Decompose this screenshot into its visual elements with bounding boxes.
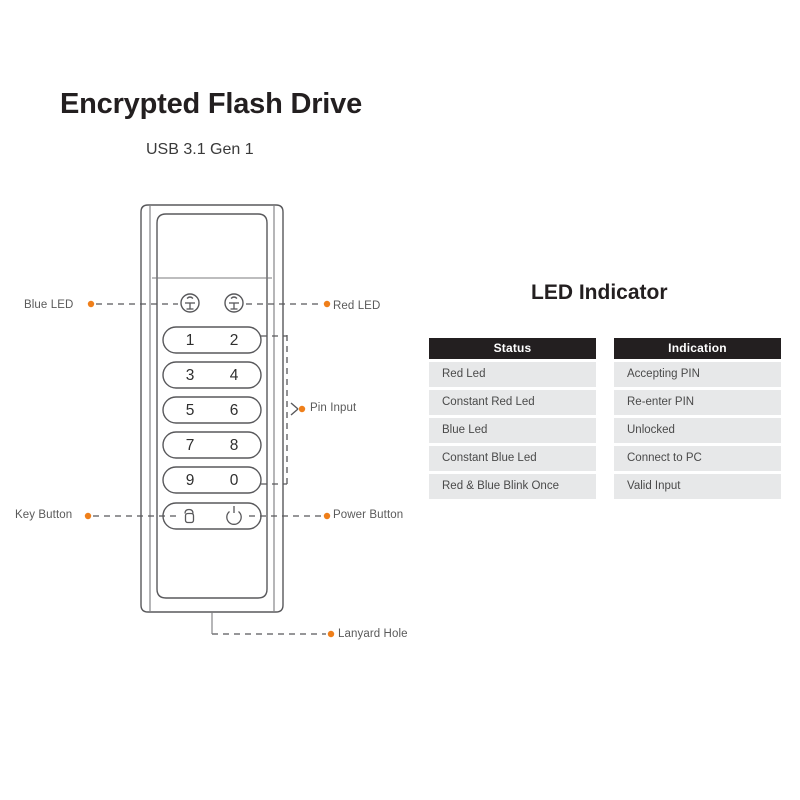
key-5: 5	[186, 402, 195, 419]
key-7: 7	[186, 437, 195, 454]
table-row: Connect to PC	[614, 446, 781, 471]
key-1: 1	[186, 332, 195, 349]
table-row: Valid Input	[614, 474, 781, 499]
red-led-icon	[224, 293, 244, 313]
led-table-header-indication: Indication	[614, 338, 781, 359]
key-2: 2	[230, 332, 239, 349]
key-3: 3	[186, 367, 195, 384]
key-9: 9	[186, 472, 195, 489]
led-table-column-status: Status Red Led Constant Red Led Blue Led…	[429, 338, 596, 499]
annotation-pin-input: Pin Input	[310, 402, 357, 414]
table-row: Red Led	[429, 362, 596, 387]
table-row: Re-enter PIN	[614, 390, 781, 415]
table-row: Constant Red Led	[429, 390, 596, 415]
blue-led-icon	[180, 293, 200, 313]
table-row: Accepting PIN	[614, 362, 781, 387]
leader-key-button	[84, 512, 176, 520]
leader-lanyard-hole	[211, 612, 335, 638]
keypad[interactable]: 1 2 3 4 5 6 7 8 9 0	[162, 326, 262, 494]
action-button-row[interactable]	[162, 502, 262, 530]
key-8: 8	[230, 437, 239, 454]
annotation-blue-led: Blue LED	[24, 299, 74, 311]
key-4: 4	[230, 367, 239, 384]
led-table-column-indication: Indication Accepting PIN Re-enter PIN Un…	[614, 338, 781, 499]
annotation-red-led: Red LED	[333, 300, 381, 312]
key-0: 0	[230, 472, 239, 489]
leader-red-led	[246, 300, 331, 308]
table-row: Blue Led	[429, 418, 596, 443]
table-row: Unlocked	[614, 418, 781, 443]
led-table-header-status: Status	[429, 338, 596, 359]
keypad-row-2[interactable]: 3 4	[162, 361, 262, 389]
table-row: Constant Blue Led	[429, 446, 596, 471]
annotation-key-button: Key Button	[15, 509, 73, 521]
keypad-row-1[interactable]: 1 2	[162, 326, 262, 354]
key-6: 6	[230, 402, 239, 419]
annotation-power-button: Power Button	[333, 509, 404, 521]
led-indicator-table: Status Red Led Constant Red Led Blue Led…	[429, 338, 781, 499]
keypad-row-3[interactable]: 5 6	[162, 396, 262, 424]
keypad-row-4[interactable]: 7 8	[162, 431, 262, 459]
keypad-row-5[interactable]: 9 0	[162, 466, 262, 494]
table-row: Red & Blue Blink Once	[429, 474, 596, 499]
leader-blue-led	[87, 300, 178, 308]
annotation-lanyard-hole: Lanyard Hole	[338, 628, 408, 640]
